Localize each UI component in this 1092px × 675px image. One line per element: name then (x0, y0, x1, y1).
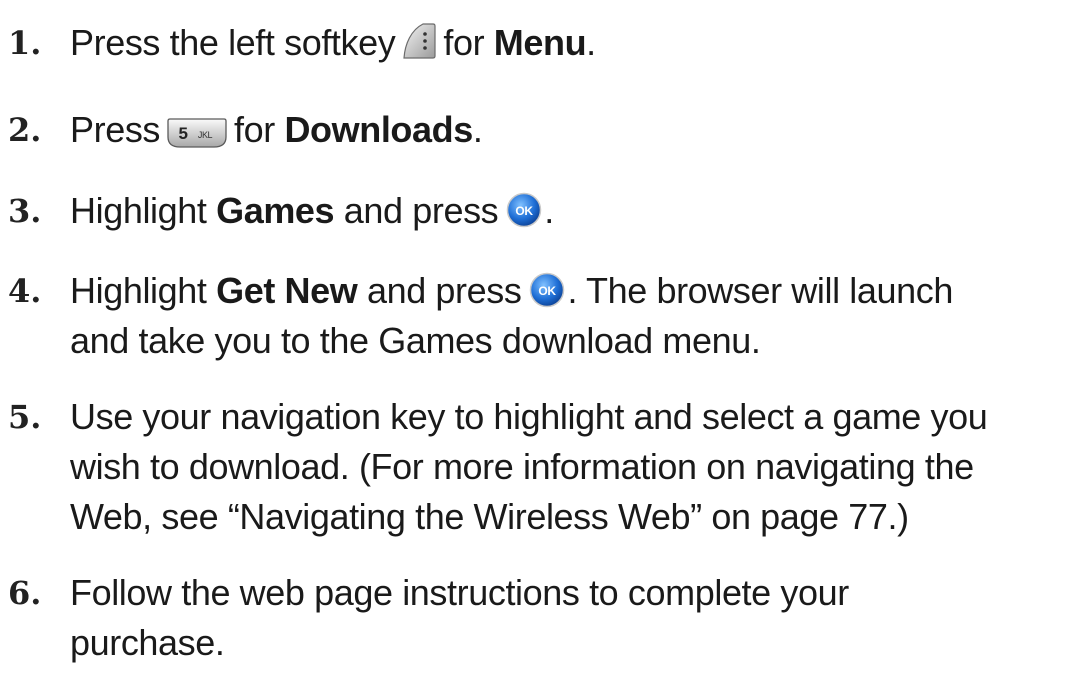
step-number: 2. (8, 111, 42, 149)
instruction-steps: 1. Press the left softkey for Menu. 2. P… (0, 0, 1092, 675)
step-line: Highlight Get New and press OK . The bro… (70, 266, 1085, 316)
step-text-segment: Highlight (70, 190, 207, 231)
key-digit: 5 (179, 124, 188, 143)
step-line: purchase. (70, 622, 225, 663)
step-bold-term: Get New (216, 270, 358, 311)
step-text: Highlight Get New and press OK . The bro… (70, 266, 1085, 366)
step-text: Press the left softkey for Menu. (70, 18, 1085, 68)
step-text-segment: Press the left softkey (70, 22, 396, 63)
step-text-segment: . (472, 109, 483, 150)
step-text-segment: and press (366, 270, 522, 311)
step-text: Highlight Games and press OK . (70, 186, 1085, 236)
step-number: 3. (8, 192, 42, 230)
step-bold-term: Menu (493, 22, 587, 63)
step-line: Web, see “Navigating the Wireless Web” o… (70, 496, 909, 537)
step-line: wish to download. (For more information … (70, 446, 974, 487)
step-line: Use your navigation key to highlight and… (70, 396, 988, 437)
step-number: 6. (8, 574, 42, 612)
step-text-segment: Highlight (70, 270, 207, 311)
step-line: Follow the web page instructions to comp… (70, 572, 849, 613)
ok-button-icon: OK (506, 191, 542, 228)
ok-button-icon: OK (529, 271, 565, 308)
ok-label: OK (539, 284, 557, 298)
ok-label: OK (516, 204, 534, 218)
step-text: Use your navigation key to highlight and… (70, 392, 1085, 542)
step-line: and take you to the Games download menu. (70, 320, 761, 361)
step-number: 4. (8, 272, 42, 310)
step-bold-term: Downloads (284, 109, 473, 150)
step-text-segment: for (234, 109, 275, 150)
step-text: Press 5 JKL for Downloads. (70, 105, 1085, 155)
step-number: 1. (8, 24, 42, 62)
step-text: Follow the web page instructions to comp… (70, 568, 1085, 668)
key-letters: JKL (198, 130, 213, 140)
step-text-segment: for (443, 22, 485, 63)
step-text-segment: Press (70, 109, 161, 150)
step-bold-term: Games (216, 190, 335, 231)
key-5-jkl-icon: 5 JKL (166, 112, 228, 149)
left-softkey-icon (401, 22, 437, 60)
step-number: 5. (8, 398, 42, 436)
step-text-segment: . (544, 190, 554, 231)
step-text-segment: . (586, 22, 596, 63)
step-text-segment: and press (343, 190, 499, 231)
step-text-segment: . The browser will launch (567, 270, 953, 311)
